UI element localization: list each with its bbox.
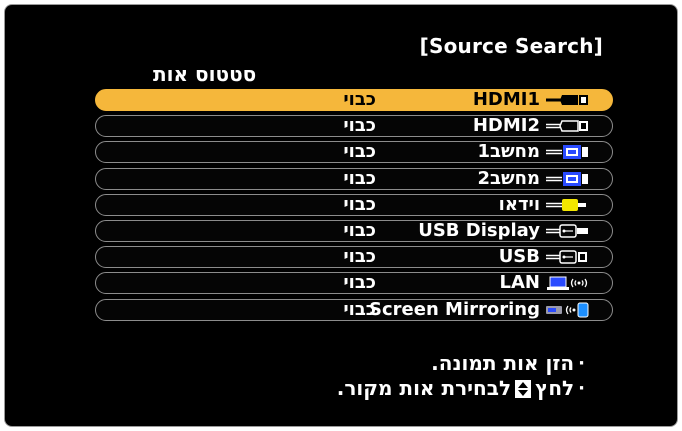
instruction-hints: · הזן אות תמונה. · לחץ לבחירת אות מקור. [337,351,585,401]
source-label: USB Display [418,219,540,241]
source-row-hdmi2[interactable]: כבוי HDMI2 [95,115,613,138]
up-down-arrows-icon [515,379,532,398]
source-row-usb[interactable]: כבוי USB [95,246,613,269]
signal-status: כבוי [343,272,376,294]
hint-press-prefix: לחץ [535,376,575,400]
source-label: HDMI2 [472,115,540,137]
signal-status: כבוי [343,167,376,189]
signal-status: כבוי [343,246,376,268]
signal-status: כבוי [343,219,376,241]
signal-status: כבוי [343,115,376,137]
vga-computer-connector-icon [546,145,588,160]
signal-status: כבוי [343,193,376,215]
hdmi-connector-icon [546,95,588,105]
bullet: · [578,378,585,399]
source-row-screen-mirroring[interactable]: כבוי Screen Mirroring [95,298,613,321]
source-row-usb-display[interactable]: כבוי USB Display [95,219,613,242]
source-row-lan[interactable]: כבוי LAN [95,272,613,295]
lan-wireless-icon [547,276,588,291]
usb-connector-icon [546,224,588,238]
source-row-hdmi1[interactable]: כבוי HDMI1 [95,89,613,111]
hint-select-source: לבחירת אות מקור. [336,376,512,400]
source-label: וידאו [498,193,540,215]
signal-status: כבוי [343,298,376,320]
usb-connector-icon [546,250,587,264]
source-search-screen: [Source Search] סטטוס אות כבוי HDMI1 כבו… [5,5,677,426]
screen-title: [Source Search] [419,34,603,58]
signal-status: כבוי [343,141,376,163]
vga-computer-connector-icon [546,171,588,186]
source-row-video[interactable]: כבוי וידאו [95,193,613,216]
hint-line-1: · הזן אות תמונה. [337,351,585,376]
source-label: USB [498,246,540,268]
source-label: LAN [499,272,540,294]
hint-input-signal: הזן אות תמונה. [431,351,575,375]
source-label: Screen Mirroring [369,298,540,320]
source-label: מחשב2 [477,167,540,189]
source-list: כבוי HDMI1 כבוי HDMI2 כבוי מחשב1 כבוי מח… [95,89,613,325]
source-row-computer1[interactable]: כבוי מחשב1 [95,141,613,164]
screen-mirroring-icon [546,302,589,317]
hdmi-connector-icon [546,120,588,132]
signal-status-header: סטטוס אות [153,62,257,86]
source-label: HDMI1 [472,89,540,110]
rca-video-connector-icon [546,198,586,211]
signal-status: כבוי [343,89,376,110]
bullet: · [578,353,585,374]
source-row-computer2[interactable]: כבוי מחשב2 [95,167,613,190]
source-label: מחשב1 [477,141,540,163]
hint-line-2: · לחץ לבחירת אות מקור. [337,376,585,401]
